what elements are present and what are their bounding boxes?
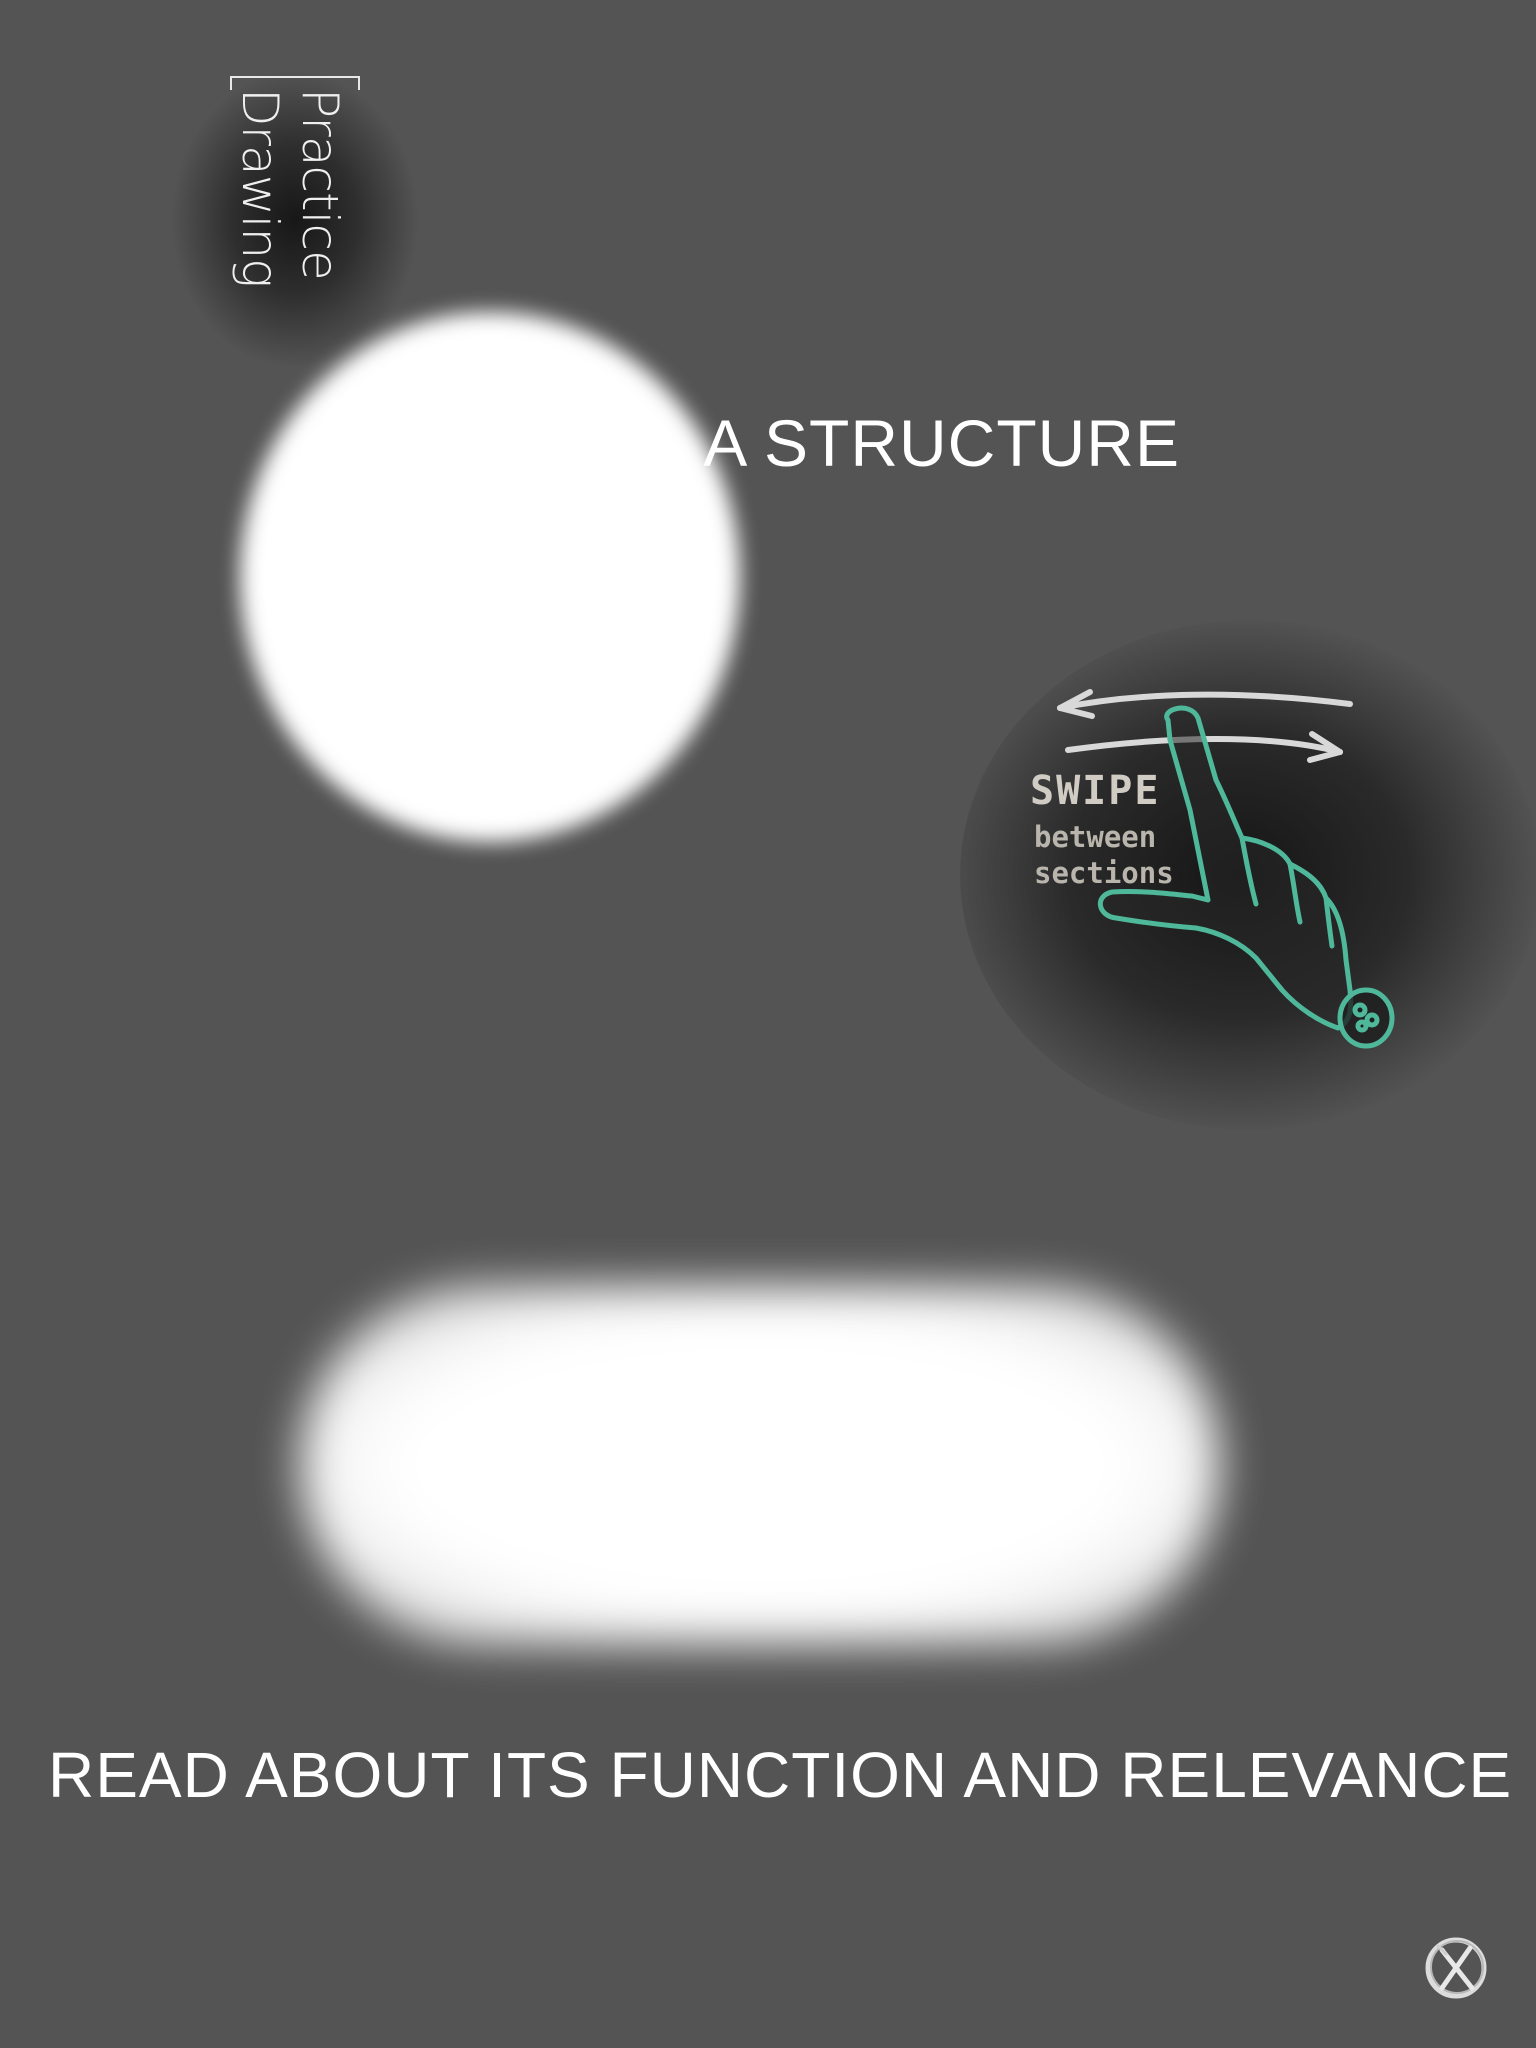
- light-pill: [300, 1285, 1220, 1645]
- screen: Practice Drawing A STRUCTURE SWIPE betwe…: [0, 0, 1536, 2048]
- close-icon: [1425, 1937, 1487, 1999]
- swipe-hint: SWIPE between sections: [1020, 670, 1440, 1070]
- light-circle: [240, 312, 740, 842]
- brand-title: Practice Drawing: [230, 88, 350, 388]
- section-heading-bottom[interactable]: READ ABOUT ITS FUNCTION AND RELEVANCE: [48, 1738, 1511, 1812]
- brand-line-1: Practice: [291, 88, 349, 280]
- brand-logo: Practice Drawing: [228, 76, 368, 316]
- swipe-subtitle-line-1: between: [1034, 820, 1157, 854]
- brand-line-2: Drawing: [231, 88, 289, 288]
- swipe-title: SWIPE: [1030, 768, 1161, 814]
- swipe-subtitle-line-2: sections: [1034, 856, 1174, 890]
- close-button[interactable]: [1416, 1928, 1496, 2008]
